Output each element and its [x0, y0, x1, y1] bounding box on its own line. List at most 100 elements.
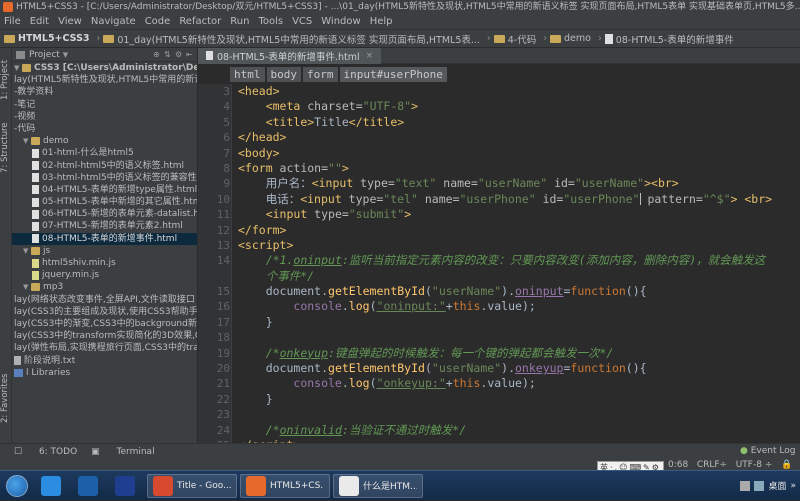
tree-item[interactable]: ▼ demo	[12, 135, 197, 147]
network-icon[interactable]	[740, 480, 751, 491]
tab-project-tool[interactable]: 1: Project	[0, 52, 12, 108]
menu-help[interactable]: Help	[370, 16, 393, 27]
tree-item[interactable]: jquery.min.js	[12, 269, 197, 281]
tree-item[interactable]: -笔记	[12, 99, 197, 111]
chevron-icon[interactable]: »	[790, 481, 796, 491]
code-line[interactable]: 3 <head>	[223, 84, 800, 99]
taskbar-item[interactable]: 什么是HTM...	[333, 473, 423, 498]
code-line[interactable]: 17 }	[217, 315, 800, 330]
tree-item[interactable]: 03-html-html5中的语义标签的兼容性.htm	[12, 172, 197, 184]
tree-item[interactable]: -代码	[12, 123, 197, 135]
code-line[interactable]: 4 <meta charset="UTF-8">	[223, 99, 800, 114]
editor-tab-active[interactable]: 08-HTML5-表单的新增事件.html ×	[198, 47, 382, 64]
tree-item[interactable]: 07-HTML5-新增的表单元素2.html	[12, 220, 197, 232]
close-icon[interactable]: ×	[366, 51, 374, 61]
menu-tools[interactable]: Tools	[258, 16, 283, 27]
code-line[interactable]: 7 <body>	[223, 146, 800, 161]
line-ending[interactable]: CRLF÷	[697, 460, 727, 470]
code-line[interactable]: 9 用户名：<input type="text" name="userName"…	[223, 176, 800, 191]
tab-structure-tool[interactable]: 7: Structure	[0, 118, 12, 178]
tree-item[interactable]: 阶段说明.txt	[12, 355, 197, 367]
code-line[interactable]: 18	[217, 330, 800, 345]
tree-item[interactable]: ▼ js	[12, 245, 197, 257]
hide-icon[interactable]: ⇤	[186, 50, 194, 59]
tree-item[interactable]: 06-HTML5-新增的表单元素-datalist.html	[12, 208, 197, 220]
code-line[interactable]: 10 电话：<input type="tel" name="userPhone"…	[217, 192, 800, 207]
nav-crumb[interactable]: 4-代码	[493, 32, 536, 46]
code-line[interactable]: 15 document.getElementById("userName").o…	[217, 284, 800, 299]
lock-icon[interactable]: 🔒	[781, 460, 792, 470]
tag-breadcrumb-item[interactable]: body	[266, 66, 301, 82]
menu-file[interactable]: File	[4, 16, 21, 27]
collapse-icon[interactable]: ⇅	[164, 50, 172, 59]
code-line[interactable]: 8 <form action="">	[223, 161, 800, 176]
code-line[interactable]: 24 /*oninvalid:当验证不通过时触发*/	[217, 423, 800, 438]
volume-icon[interactable]	[754, 480, 765, 491]
tree-item[interactable]: ▼ mp3	[12, 281, 197, 293]
menu-run[interactable]: Run	[230, 16, 249, 27]
code-line[interactable]: 个事件*/	[238, 269, 800, 284]
tree-item[interactable]: lay(CSS3的主要组成及现状,使用CSS3帮助手册查	[12, 306, 197, 318]
tree-item[interactable]: lay(HTML5新特性及现状,HTML5中常用的新语义	[12, 74, 197, 86]
todo-tool-button[interactable]: ☐ 6: TODO	[14, 447, 77, 457]
nav-crumb[interactable]: demo	[550, 33, 591, 44]
code-line[interactable]: 6 </head>	[223, 130, 800, 145]
code-line[interactable]: 20 document.getElementById("userName").o…	[217, 361, 800, 376]
code-line[interactable]: 22 }	[217, 392, 800, 407]
code-line[interactable]: 13 <script>	[217, 238, 800, 253]
taskbar-item[interactable]	[110, 474, 144, 498]
taskbar-item[interactable]: Title - Goo...	[147, 473, 237, 498]
tree-item[interactable]: html5shiv.min.js	[12, 257, 197, 269]
desktop-label[interactable]: 桌面	[768, 479, 786, 492]
chevron-down-icon[interactable]: ▼	[63, 51, 68, 59]
expand-arrow-icon[interactable]: ▼	[23, 281, 31, 293]
tab-favorites-tool[interactable]: 2: Favorites	[0, 368, 12, 428]
code-line[interactable]: 21 console.log("onkeyup:"+this.value);	[217, 376, 800, 391]
file-encoding[interactable]: UTF-8 ÷	[736, 460, 773, 470]
gear-icon[interactable]: ⚙	[175, 50, 183, 59]
nav-crumb[interactable]: 08-HTML5-表单的新增事件	[604, 32, 734, 46]
tree-item[interactable]: lay(网络状态改变事件,全屏API,文件读取接口 实现	[12, 294, 197, 306]
event-log-button[interactable]: ● Event Log	[740, 446, 795, 456]
menu-edit[interactable]: Edit	[30, 16, 49, 27]
tree-item[interactable]: ▼ CSS3 [C:\Users\Administrator\Desktop\双元	[12, 62, 197, 74]
menu-refactor[interactable]: Refactor	[179, 16, 221, 27]
tag-breadcrumb-item[interactable]: input#userPhone	[339, 66, 447, 82]
nav-crumb[interactable]: HTML5+CSS3	[4, 33, 90, 44]
tree-item[interactable]: lay(CSS3中的transform实现简化的3D效果,CSS	[12, 330, 197, 342]
tag-breadcrumb-item[interactable]: form	[303, 66, 338, 82]
tree-item[interactable]: -教学资料	[12, 86, 197, 98]
tree-item[interactable]: 02-html-html5中的语义标签.html	[12, 160, 197, 172]
menu-navigate[interactable]: Navigate	[91, 16, 136, 27]
project-panel-title[interactable]: Project	[29, 50, 60, 60]
code-line[interactable]: 23	[217, 407, 800, 422]
code-line[interactable]: 12 </form>	[217, 223, 800, 238]
menu-view[interactable]: View	[58, 16, 82, 27]
tree-item[interactable]: 01-html-什么是html5	[12, 147, 197, 159]
caret-position[interactable]: 0:68	[668, 460, 688, 470]
code-line[interactable]: 11 <input type="submit">	[217, 207, 800, 222]
code-line[interactable]: 14 /*1.oninput:监听当前指定元素内容的改变：只要内容改变(添加内容…	[217, 253, 800, 268]
code-editor[interactable]: 3 <head> 4 <meta charset="UTF-8"> 5 <title>…	[217, 84, 800, 452]
code-line[interactable]: 5 <title>Title</title>	[223, 115, 800, 130]
tree-item[interactable]: 08-HTML5-表单的新增事件.html	[12, 232, 197, 245]
tag-breadcrumb-item[interactable]: html	[230, 66, 265, 82]
tree-item[interactable]: l Libraries	[12, 367, 197, 379]
taskbar-item[interactable]	[36, 474, 70, 498]
tree-item[interactable]: 05-HTML5-表单中新增的其它属性.html	[12, 196, 197, 208]
start-button[interactable]	[6, 474, 28, 497]
nav-crumb[interactable]: 01_day(HTML5新特性及现状,HTML5中常用的新语义标签 实现页面布局…	[103, 32, 480, 46]
tree-item[interactable]: -视频	[12, 111, 197, 123]
code-line[interactable]: 19 /*onkeyup:键盘弹起的时候触发：每一个键的弹起都会触发一次*/	[217, 346, 800, 361]
terminal-tool-button[interactable]: ▣ Terminal	[91, 447, 154, 457]
expand-arrow-icon[interactable]: ▼	[23, 245, 31, 257]
tree-item[interactable]: lay(弹性布局,实现携程旅行页面,CSS3中的transfor	[12, 342, 197, 354]
expand-arrow-icon[interactable]: ▼	[14, 62, 22, 74]
menu-window[interactable]: Window	[321, 16, 360, 27]
menu-code[interactable]: Code	[145, 16, 171, 27]
taskbar-item[interactable]	[73, 474, 107, 498]
expand-arrow-icon[interactable]: ▼	[23, 135, 31, 147]
sync-icon[interactable]: ⊕	[153, 50, 161, 59]
tree-item[interactable]: 04-HTML5-表单的新增type属性.html	[12, 184, 197, 196]
menu-vcs[interactable]: VCS	[292, 16, 312, 27]
